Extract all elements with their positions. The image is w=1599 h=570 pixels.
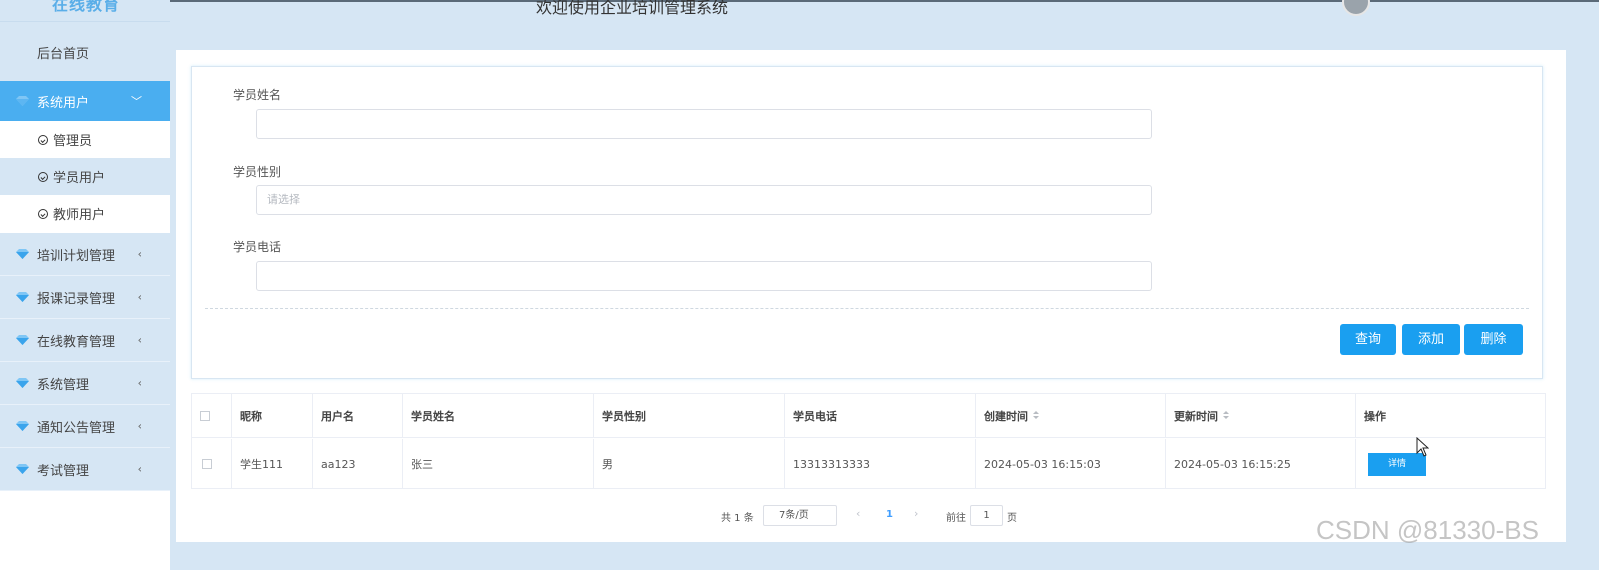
diamond-icon — [16, 96, 29, 106]
pagination-total: 共 1 条 — [721, 513, 754, 524]
next-page-icon[interactable]: › — [914, 507, 918, 520]
sidebar-item-label: 系统管理 — [37, 377, 90, 393]
chevron-left-icon: ‹ — [137, 247, 142, 261]
diamond-icon — [16, 421, 29, 431]
check-circle-icon — [38, 208, 48, 219]
table-cell: 张三 — [403, 439, 594, 489]
sidebar-item-enrollment[interactable]: 报课记录管理 ‹ — [0, 276, 170, 319]
chevron-left-icon: ‹ — [137, 376, 142, 390]
column-header: 用户名 — [313, 394, 403, 437]
table-cell: 学生111 — [232, 439, 313, 489]
table-cell: 2024-05-03 16:15:03 — [976, 439, 1166, 489]
sidebar-item-exams[interactable]: 考试管理 ‹ — [0, 448, 170, 491]
page-unit-label: 页 — [1007, 513, 1017, 524]
diamond-icon — [16, 378, 29, 388]
goto-page-input[interactable]: 1 — [970, 505, 1003, 526]
table-header: 昵称 用户名 学员姓名 学员性别 学员电话 创建时间 更新时间 操作 — [192, 394, 1545, 438]
avatar[interactable] — [1342, 0, 1370, 16]
row-select-cell — [192, 439, 232, 489]
chevron-left-icon: ‹ — [137, 333, 142, 347]
column-header-label: 创建时间 — [984, 409, 1028, 423]
chevron-left-icon: ‹ — [137, 290, 142, 304]
select-all-cell — [192, 394, 232, 437]
column-header: 学员姓名 — [403, 394, 594, 437]
page-size-select[interactable]: 7条/页 — [763, 505, 837, 526]
table-cell: 13313313333 — [785, 439, 976, 489]
diamond-icon — [16, 335, 29, 345]
student-name-input[interactable] — [256, 109, 1152, 139]
chevron-left-icon: ‹ — [137, 462, 142, 476]
sidebar-item-label: 在线教育管理 — [37, 334, 116, 350]
select-all-checkbox[interactable] — [200, 410, 210, 421]
column-header-updated[interactable]: 更新时间 — [1166, 394, 1356, 437]
student-phone-label: 学员电话 — [233, 240, 282, 254]
diamond-icon — [16, 292, 29, 302]
diamond-icon — [16, 464, 29, 474]
sidebar-subitem-label: 学员用户 — [53, 171, 106, 186]
sort-icon[interactable] — [1223, 411, 1229, 420]
sidebar-item-training-plan[interactable]: 培训计划管理 ‹ — [0, 233, 170, 276]
sidebar-item-label: 培训计划管理 — [37, 248, 116, 264]
sort-icon[interactable] — [1033, 411, 1039, 420]
student-gender-label: 学员性别 — [233, 165, 282, 179]
delete-button[interactable]: 删除 — [1464, 324, 1523, 355]
logo: 在线教育 — [52, 0, 121, 14]
mouse-cursor-icon — [1416, 436, 1430, 460]
chevron-left-icon: ‹ — [137, 419, 142, 433]
sidebar-item-home[interactable]: 后台首页 — [0, 22, 170, 82]
chevron-down-icon: ﹀ — [131, 95, 142, 108]
table-cell: 2024-05-03 16:15:25 — [1166, 439, 1356, 489]
sidebar-item-system-mgmt[interactable]: 系统管理 ‹ — [0, 362, 170, 405]
sidebar-subitem-admin[interactable]: 管理员 — [0, 121, 170, 158]
column-header: 学员性别 — [594, 394, 785, 437]
table-cell: aa123 — [313, 439, 403, 489]
sidebar-item-label: 报课记录管理 — [37, 291, 116, 307]
sidebar-subitem-teachers[interactable]: 教师用户 — [0, 195, 170, 232]
check-circle-icon — [38, 171, 48, 182]
watermark: CSDN @81330-BS — [1316, 515, 1539, 545]
goto-label: 前往 — [946, 513, 966, 524]
actions-cell: 详情 — [1356, 439, 1545, 489]
column-header: 学员电话 — [785, 394, 976, 437]
column-header-created[interactable]: 创建时间 — [976, 394, 1166, 437]
prev-page-icon[interactable]: ‹ — [856, 507, 860, 520]
sidebar: 在线教育 后台首页 系统用户 ﹀ 管理员 学员用户 教师用户 培训计划管理 ‹ … — [0, 0, 170, 570]
student-phone-input[interactable] — [256, 261, 1152, 291]
column-header: 操作 — [1364, 409, 1386, 423]
row-checkbox[interactable] — [202, 459, 212, 469]
sidebar-item-label: 考试管理 — [37, 463, 90, 479]
divider — [205, 308, 1529, 309]
sidebar-subitem-label: 教师用户 — [53, 208, 106, 223]
student-gender-select[interactable]: 请选择 — [256, 185, 1152, 215]
diamond-icon — [16, 249, 29, 259]
page-number-current[interactable]: 1 — [886, 509, 893, 520]
table-cell: 男 — [594, 439, 785, 489]
sidebar-item-label: 通知公告管理 — [37, 420, 116, 436]
sidebar-item-online-edu[interactable]: 在线教育管理 ‹ — [0, 319, 170, 362]
sidebar-item-label: 后台首页 — [37, 46, 90, 62]
students-table: 昵称 用户名 学员姓名 学员性别 学员电话 创建时间 更新时间 操作 学生111… — [191, 393, 1546, 489]
add-button[interactable]: 添加 — [1402, 324, 1460, 355]
column-header-label: 更新时间 — [1174, 409, 1218, 423]
sidebar-item-notices[interactable]: 通知公告管理 ‹ — [0, 405, 170, 448]
logo-strip: 在线教育 — [0, 0, 170, 22]
sidebar-subitem-label: 管理员 — [53, 134, 93, 149]
table-row: 学生111 aa123 张三 男 13313313333 2024-05-03 … — [192, 439, 1545, 489]
sidebar-item-system-users[interactable]: 系统用户 ﹀ — [0, 81, 170, 121]
column-header: 昵称 — [232, 394, 313, 437]
query-button[interactable]: 查询 — [1340, 324, 1396, 355]
page-title: 欢迎使用企业培训管理系统 — [536, 0, 729, 17]
check-circle-icon — [38, 134, 48, 145]
sidebar-subitem-students[interactable]: 学员用户 — [0, 158, 170, 195]
sidebar-item-label: 系统用户 — [37, 95, 90, 111]
student-name-label: 学员姓名 — [233, 88, 282, 102]
